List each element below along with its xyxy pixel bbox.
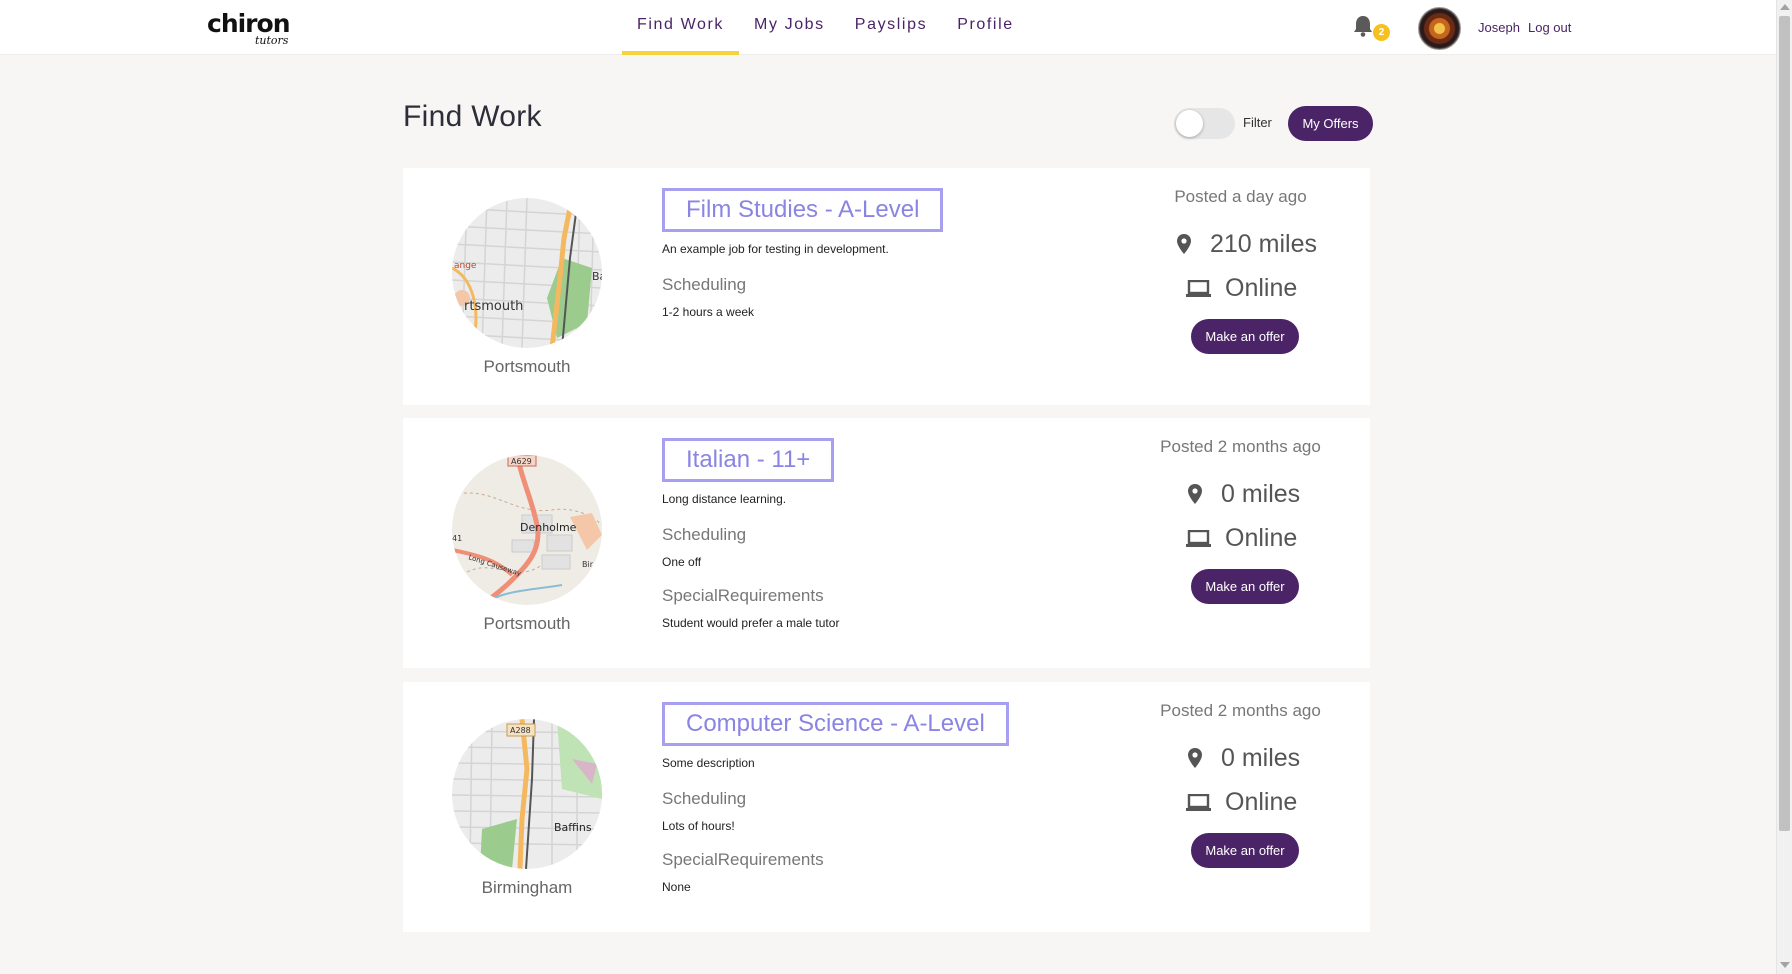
job-card: ange rtsmouth Ba Portsmouth Film Studies… [403,168,1370,405]
mode-text: Online [1225,524,1298,552]
filter-toggle[interactable] [1174,108,1235,139]
posted-time: Posted 2 months ago [1160,701,1321,720]
chiron-logo[interactable]: chiron tutors [207,10,307,48]
top-navbar: chiron tutors Find Work My Jobs Payslips… [0,0,1776,55]
scroll-up-arrow-icon[interactable] [1780,4,1790,10]
posted-time: Posted 2 months ago [1160,437,1321,456]
scheduling-label: Scheduling [662,525,747,544]
map-thumbnail: ange rtsmouth Ba [452,198,602,348]
special-requirements-value: None [662,880,691,894]
scheduling-value: One off [662,555,702,569]
filter-label: Filter [1243,115,1272,130]
notification-badge: 2 [1373,24,1390,41]
my-offers-button[interactable]: My Offers [1288,106,1373,141]
bell-icon[interactable] [1352,14,1374,38]
job-title-link[interactable]: Film Studies - A-Level [662,188,944,232]
distance-text: 0 miles [1221,480,1301,508]
job-city: Birmingham [481,878,573,897]
svg-text:rtsmouth: rtsmouth [464,299,523,314]
laptop-icon [1186,529,1211,548]
job-description: Long distance learning. [662,492,787,506]
page-title: Find Work [403,100,542,133]
laptop-icon [1186,793,1211,812]
nav-find-work[interactable]: Find Work [622,0,740,55]
laptop-icon [1186,279,1211,298]
location-pin-icon [1188,484,1202,504]
job-title-link[interactable]: Computer Science - A-Level [662,702,1009,746]
svg-text:ange: ange [454,261,477,271]
username-link[interactable]: Joseph [1478,20,1520,35]
location-pin-icon [1188,748,1202,768]
special-requirements-label: SpecialRequirements [662,586,824,605]
scheduling-label: Scheduling [662,789,747,808]
logo-script: tutors [255,34,289,47]
svg-text:Baffins: Baffins [554,821,592,834]
scheduling-value: 1-2 hours a week [662,305,755,319]
filter-toggle-knob [1176,110,1203,137]
mode-text: Online [1225,274,1298,302]
page-scrollbar[interactable] [1776,0,1792,974]
location-pin-icon [1177,234,1191,254]
scroll-down-arrow-icon[interactable] [1780,962,1790,968]
job-description: Some description [662,756,755,770]
job-city: Portsmouth [483,614,571,633]
scheduling-label: Scheduling [662,275,747,294]
special-requirements-label: SpecialRequirements [662,850,824,869]
job-city: Portsmouth [483,357,571,376]
logout-link[interactable]: Log out [1528,20,1571,35]
distance-text: 210 miles [1210,230,1317,258]
svg-text:A288: A288 [510,726,531,735]
nav-payslips[interactable]: Payslips [840,0,942,55]
job-title-link[interactable]: Italian - 11+ [662,438,835,482]
main-nav: Find Work My Jobs Payslips Profile [622,0,1029,55]
svg-text:Denholme: Denholme [520,521,577,534]
svg-text:41: 41 [452,534,462,543]
distance-text: 0 miles [1221,744,1301,772]
svg-text:A629: A629 [511,457,532,466]
job-card: A629 Denholme Long Causeway 41 Bir Ports… [403,418,1370,668]
posted-time: Posted a day ago [1174,187,1307,206]
scheduling-value: Lots of hours! [662,819,735,833]
make-offer-button[interactable]: Make an offer [1191,569,1299,604]
mode-text: Online [1225,788,1298,816]
job-card: A288 Baffins Birmingham Computer Science… [403,682,1370,932]
svg-text:Bir: Bir [582,560,594,569]
job-description: An example job for testing in developmen… [662,242,889,256]
avatar[interactable] [1418,7,1461,50]
svg-text:Ba: Ba [592,270,602,283]
make-offer-button[interactable]: Make an offer [1191,319,1299,354]
nav-my-jobs[interactable]: My Jobs [739,0,840,55]
make-offer-button[interactable]: Make an offer [1191,833,1299,868]
scrollbar-thumb[interactable] [1779,16,1790,831]
special-requirements-value: Student would prefer a male tutor [662,616,840,630]
nav-profile[interactable]: Profile [942,0,1029,55]
map-thumbnail: A288 Baffins [452,719,602,869]
map-thumbnail: A629 Denholme Long Causeway 41 Bir [452,455,602,605]
